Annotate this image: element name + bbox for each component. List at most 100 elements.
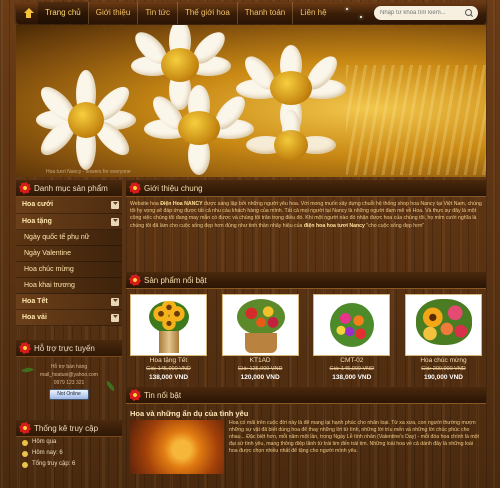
stat-row: Hôm qua xyxy=(16,437,122,448)
banner-caption: Hoa tươi Nancy - flowers for everyone xyxy=(46,169,131,175)
category-subitem[interactable]: Ngày quốc tế phụ nữ xyxy=(16,230,122,246)
intro-header: Giới thiệu chung xyxy=(126,180,486,197)
brand-highlight: Điện Hoa NANCY xyxy=(160,201,203,207)
product-card[interactable]: Hoa chúc mừng Giá: 200,000 VND 190,000 V… xyxy=(404,294,482,382)
brand-highlight: điện hoa hoa tươi Nancy xyxy=(303,222,365,229)
stats-header: Thống kê truy cập xyxy=(16,420,122,437)
sparkle xyxy=(360,16,362,18)
sidebar: Danh mục sản phẩm Hoa cưới Hoa tặng Ngày… xyxy=(16,180,122,488)
banner-image: Hoa tươi Nancy - flowers for everyone xyxy=(16,25,486,177)
news-header: Tin nổi bật xyxy=(126,387,486,404)
nav-news[interactable]: Tin tức xyxy=(138,2,178,24)
category-item[interactable]: Hoa cưới xyxy=(16,197,122,214)
intro-text: Website hoa Điện Hoa NANCY được sáng lập… xyxy=(126,197,486,272)
stat-label: Tổng truy cập: 6 xyxy=(32,461,76,467)
flower-icon xyxy=(129,274,141,286)
daisy-flower xyxy=(246,110,336,177)
chevron-down-icon[interactable] xyxy=(111,201,119,209)
product-card[interactable]: CMT-02 Giá: 145,000 VND 138,000 VND xyxy=(313,294,391,382)
product-name[interactable]: Hoa tặng Tết xyxy=(130,357,207,365)
support-title: Hỗ trợ trực tuyến xyxy=(34,343,95,353)
flower-icon xyxy=(19,342,31,354)
products-title: Sản phẩm nổi bật xyxy=(144,275,207,285)
products-header: Sản phẩm nổi bật xyxy=(126,272,486,289)
product-image[interactable] xyxy=(130,294,207,356)
home-icon[interactable] xyxy=(23,7,34,19)
product-image[interactable] xyxy=(404,294,482,356)
search-box xyxy=(374,6,478,20)
top-nav: Trang chủ Giới thiệu Tin tức Thế giới ho… xyxy=(16,2,486,24)
news-article: Hoa có mãi trên cuộc đời này là để mang … xyxy=(126,420,486,474)
support-email[interactable]: mail_hoatuoi@yahoo.com xyxy=(16,371,122,379)
category-subitem[interactable]: Ngày Valentine xyxy=(16,246,122,262)
product-grid: Hoa tặng Tết Giá: 145,000 VND 138,000 VN… xyxy=(126,289,486,385)
support-box: Hỗ trợ bán hàng mail_hoatuoi@yahoo.com 0… xyxy=(16,357,122,406)
product-price: 138,000 VND xyxy=(148,374,189,381)
category-label: Hoa Tết xyxy=(22,298,48,305)
main-content: Giới thiệu chung Website hoa Điện Hoa NA… xyxy=(126,180,486,488)
category-label: Hoa cưới xyxy=(22,201,54,208)
product-old-price: Giá: 145,000 VND xyxy=(146,366,191,372)
chevron-down-icon[interactable] xyxy=(111,314,119,322)
stat-row: Tổng truy cập: 6 xyxy=(16,459,122,470)
product-price: 138,000 VND xyxy=(332,374,372,381)
news-text: Hoa có mãi trên cuộc đời này là để mang … xyxy=(229,420,479,454)
stat-row: Hôm nay: 6 xyxy=(16,448,122,459)
flower-icon xyxy=(19,422,31,434)
nav-home[interactable]: Trang chủ xyxy=(38,2,89,24)
intro-part: Website hoa xyxy=(130,201,161,207)
category-subitem[interactable]: Hoa chúc mừng xyxy=(16,262,122,278)
product-name[interactable]: KT1AD xyxy=(222,357,299,365)
sparkle xyxy=(346,8,348,10)
categories-header: Danh mục sản phẩm xyxy=(16,180,122,197)
product-card[interactable]: Hoa tặng Tết Giá: 145,000 VND 138,000 VN… xyxy=(130,294,207,382)
intro-title: Giới thiệu chung xyxy=(144,183,203,193)
chevron-down-icon[interactable] xyxy=(111,218,119,226)
stats-title: Thống kê truy cập xyxy=(34,423,99,433)
categories-title: Danh mục sản phẩm xyxy=(34,183,108,193)
product-old-price: Giá: 145,000 VND xyxy=(329,366,375,372)
category-item[interactable]: Hoa tặng xyxy=(16,214,122,230)
category-item[interactable]: Hoa Tết xyxy=(16,294,122,310)
daisy-flower xyxy=(35,70,136,170)
stat-label: Hôm qua xyxy=(32,439,57,445)
category-label: Hoa vải xyxy=(22,314,47,321)
intro-part: "cho cuộc sống đẹp hơn" xyxy=(364,222,425,229)
nav-about[interactable]: Giới thiệu xyxy=(89,2,139,24)
product-image[interactable] xyxy=(313,294,391,356)
product-name[interactable]: CMT-02 xyxy=(313,357,390,365)
search-input[interactable] xyxy=(380,10,464,16)
product-image[interactable] xyxy=(221,294,299,356)
category-subitem[interactable]: Hoa khai trương xyxy=(16,278,122,294)
category-label: Hoa tặng xyxy=(22,218,52,225)
product-old-price: Giá: 125,000 VND xyxy=(237,366,283,372)
product-name[interactable]: Hoa chúc mừng xyxy=(405,357,482,365)
news-section-title: Tin nổi bật xyxy=(144,390,182,400)
globe-icon xyxy=(22,450,28,457)
product-old-price: Giá: 200,000 VND xyxy=(421,366,466,372)
nav-contact[interactable]: Liên hệ xyxy=(293,2,333,24)
product-price: 120,000 VND xyxy=(240,374,280,381)
sunlight xyxy=(346,65,486,175)
stat-label: Hôm nay: 6 xyxy=(32,450,63,456)
chevron-down-icon[interactable] xyxy=(111,298,119,306)
support-header: Hỗ trợ trực tuyến xyxy=(16,340,122,357)
search-icon[interactable] xyxy=(465,9,472,16)
globe-icon xyxy=(22,461,28,468)
flower-icon xyxy=(129,389,141,401)
nav-flower-world[interactable]: Thế giới hoa xyxy=(178,2,238,24)
flower-icon xyxy=(19,182,31,194)
flower-icon xyxy=(129,182,141,194)
online-status-button[interactable]: Not Online xyxy=(49,389,89,400)
product-card[interactable]: KT1AD Giá: 125,000 VND 120,000 VND xyxy=(221,294,299,382)
nav-payment[interactable]: Thanh toán xyxy=(238,2,294,24)
product-price: 190,000 VND xyxy=(423,374,463,381)
news-headline[interactable]: Hoa và những ẩn dụ của tình yêu xyxy=(126,404,486,420)
category-label: Hoa khai trương xyxy=(24,282,75,289)
globe-icon xyxy=(22,439,28,446)
category-label: Hoa chúc mừng xyxy=(24,266,74,273)
news-image[interactable] xyxy=(130,420,224,474)
category-label: Ngày quốc tế phụ nữ xyxy=(24,234,90,241)
category-label: Ngày Valentine xyxy=(24,250,71,257)
category-item[interactable]: Hoa vải xyxy=(16,310,122,326)
